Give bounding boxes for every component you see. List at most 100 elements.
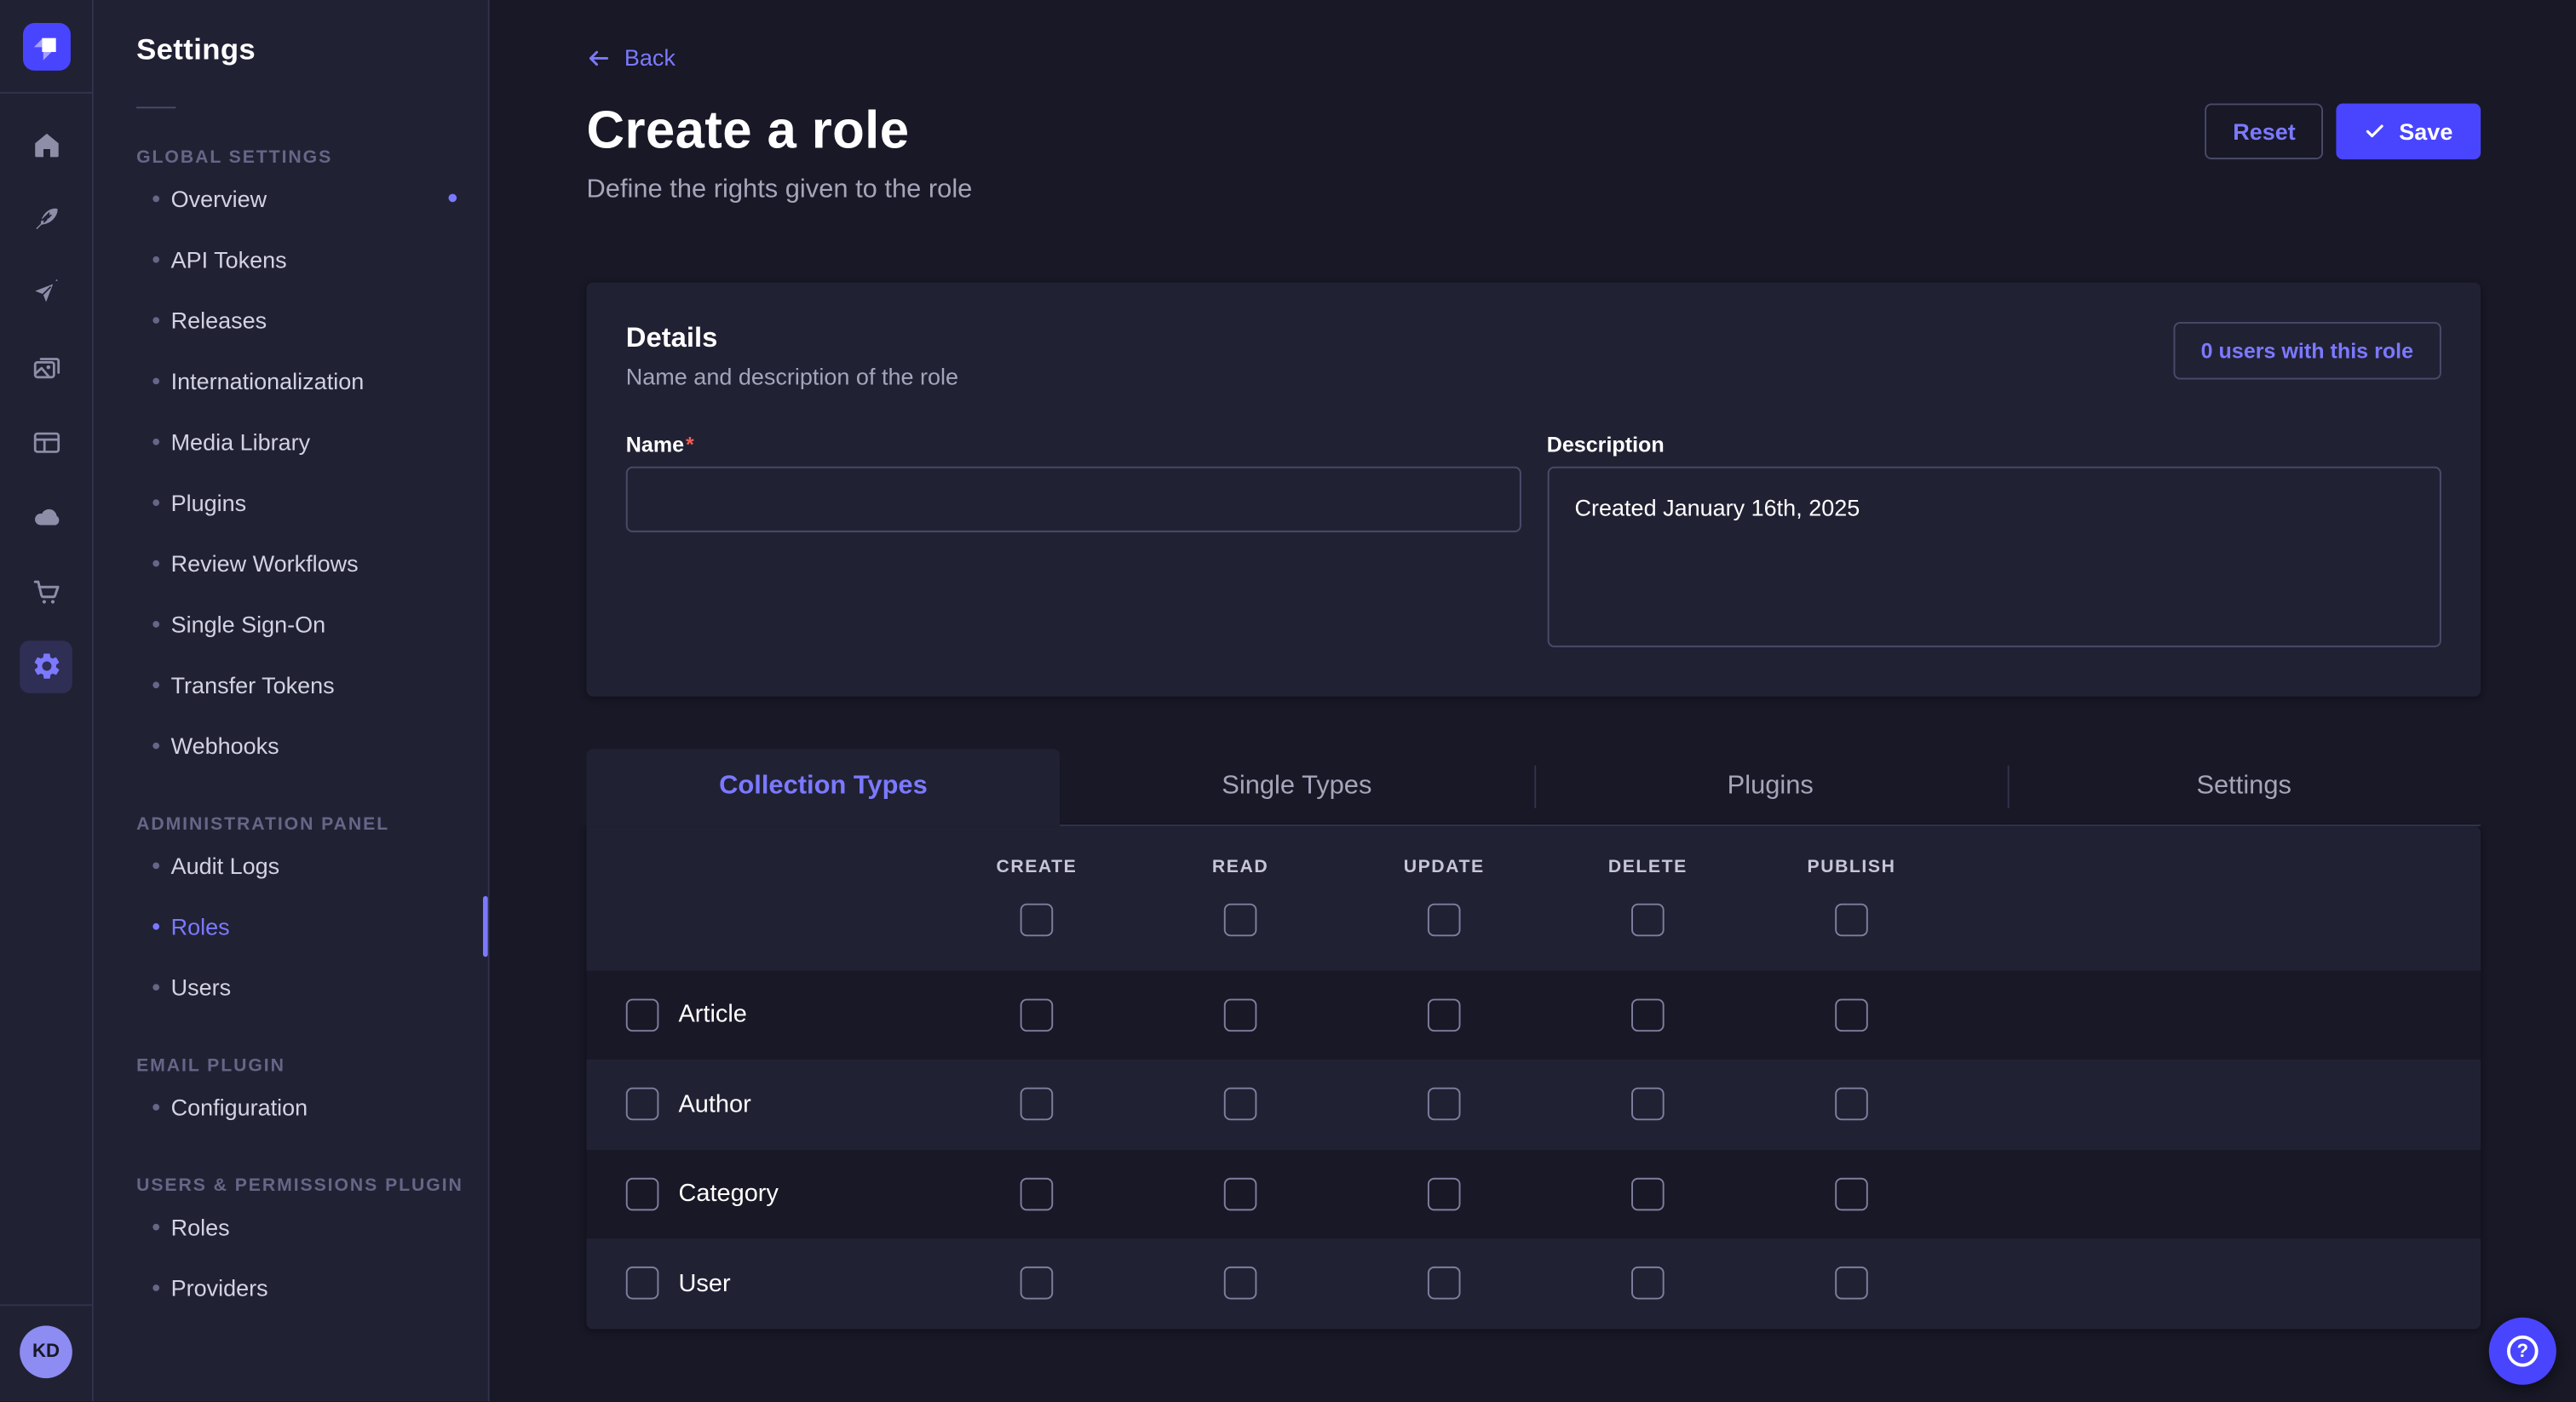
category-create-checkbox[interactable] [1021,1177,1054,1210]
article-publish-checkbox[interactable] [1835,998,1868,1031]
sidebar-item-review-workflows[interactable]: Review Workflows [136,532,488,593]
category-row-checkbox[interactable] [626,1177,659,1210]
user-publish-checkbox[interactable] [1835,1267,1868,1300]
sidebar-item-overview[interactable]: Overview [136,168,488,228]
row-label-cell: Category [586,1177,934,1210]
sidebar-item-internationalization[interactable]: Internationalization [136,350,488,411]
sidebar-item-webhooks[interactable]: Webhooks [136,715,488,775]
reset-button[interactable]: Reset [2205,103,2323,159]
tab-single-types[interactable]: Single Types [1060,748,1533,825]
sidebar-item-label: Roles [171,912,230,939]
permission-cell [934,1088,1138,1121]
select-all-delete-checkbox[interactable] [1631,903,1665,936]
article-read-checkbox[interactable] [1224,998,1257,1031]
bullet-icon [152,1284,159,1290]
article-update-checkbox[interactable] [1428,998,1461,1031]
select-all-publish-checkbox[interactable] [1835,903,1868,936]
article-row-checkbox[interactable] [626,998,659,1031]
permissions-panel: CREATEREADUPDATEDELETEPUBLISH ArticleAut… [586,825,2481,1328]
name-input[interactable] [626,466,1521,531]
permission-row-user: User [586,1238,2481,1328]
category-read-checkbox[interactable] [1224,1177,1257,1210]
sidebar-item-roles[interactable]: Roles [136,1196,488,1256]
column-read: READ [1138,857,1342,936]
layout-panel-icon[interactable] [20,417,72,469]
row-label: Article [678,1001,746,1029]
permission-cell [934,1177,1138,1210]
category-delete-checkbox[interactable] [1631,1177,1665,1210]
name-field-group: Name* [626,431,1521,654]
select-all-create-checkbox[interactable] [1021,903,1054,936]
sidebar-item-configuration[interactable]: Configuration [136,1076,488,1136]
sidebar-item-providers[interactable]: Providers [136,1256,488,1317]
users-with-role-button[interactable]: 0 users with this role [2173,321,2441,378]
back-link[interactable]: Back [586,44,675,71]
help-button[interactable]: ? [2489,1318,2556,1385]
author-row-checkbox[interactable] [626,1088,659,1121]
row-label-cell: User [586,1267,934,1300]
arrow-left-icon [586,45,611,70]
column-label: UPDATE [1404,857,1485,876]
tab-collection-types[interactable]: Collection Types [586,748,1060,825]
tab-settings[interactable]: Settings [2007,748,2481,825]
row-label: User [678,1269,730,1297]
permission-cell [1138,1267,1342,1300]
column-create: CREATE [934,857,1138,936]
permission-cell [1750,1267,1953,1300]
permission-cell [1546,1177,1750,1210]
tab-plugins[interactable]: Plugins [1533,748,2007,825]
content-manager-feather-icon[interactable] [20,192,72,245]
sidebar-item-roles[interactable]: Roles [136,895,488,956]
sidebar-item-transfer-tokens[interactable]: Transfer Tokens [136,654,488,715]
row-label-cell: Article [586,998,934,1031]
cloud-icon[interactable] [20,491,72,544]
permissions-section: Collection TypesSingle TypesPluginsSetti… [586,748,2481,1328]
paper-plane-icon[interactable] [20,267,72,320]
author-read-checkbox[interactable] [1224,1088,1257,1121]
permission-cell [1546,1267,1750,1300]
details-subtitle: Name and description of the role [626,362,958,388]
sidebar-item-api-tokens[interactable]: API Tokens [136,228,488,289]
home-icon[interactable] [20,118,72,171]
media-library-images-icon[interactable] [20,342,72,394]
select-all-read-checkbox[interactable] [1224,903,1257,936]
select-all-update-checkbox[interactable] [1428,903,1461,936]
author-delete-checkbox[interactable] [1631,1088,1665,1121]
author-update-checkbox[interactable] [1428,1088,1461,1121]
bullet-icon [152,560,159,566]
check-icon [2365,120,2386,141]
sidebar-item-single-sign-on[interactable]: Single Sign-On [136,593,488,653]
sidebar-item-audit-logs[interactable]: Audit Logs [136,835,488,895]
sidebar-item-label: Single Sign-On [171,610,326,636]
row-label-cell: Author [586,1088,934,1121]
save-button[interactable]: Save [2337,103,2481,159]
user-row-checkbox[interactable] [626,1267,659,1300]
description-textarea[interactable]: Created January 16th, 2025 [1547,466,2441,646]
column-label: CREATE [996,857,1077,876]
settings-gear-icon[interactable] [20,641,72,693]
user-read-checkbox[interactable] [1224,1267,1257,1300]
avatar[interactable]: KD [20,1326,72,1379]
user-delete-checkbox[interactable] [1631,1267,1665,1300]
sidebar-item-plugins[interactable]: Plugins [136,471,488,531]
permissions-tabs: Collection TypesSingle TypesPluginsSetti… [586,748,2481,825]
sidebar-section-label: EMAIL PLUGIN [136,1056,488,1076]
category-update-checkbox[interactable] [1428,1177,1461,1210]
save-label: Save [2399,118,2452,144]
marketplace-cart-icon[interactable] [20,566,72,618]
author-publish-checkbox[interactable] [1835,1088,1868,1121]
sidebar-item-media-library[interactable]: Media Library [136,411,488,471]
article-create-checkbox[interactable] [1021,998,1054,1031]
author-create-checkbox[interactable] [1021,1088,1054,1121]
row-label: Author [678,1090,750,1118]
sidebar-item-users[interactable]: Users [136,956,488,1016]
user-update-checkbox[interactable] [1428,1267,1461,1300]
sidebar-item-label: API Tokens [171,245,287,272]
column-label: READ [1212,857,1268,876]
category-publish-checkbox[interactable] [1835,1177,1868,1210]
strapi-logo-icon[interactable] [22,22,70,70]
user-create-checkbox[interactable] [1021,1267,1054,1300]
sidebar-item-releases[interactable]: Releases [136,289,488,349]
article-delete-checkbox[interactable] [1631,998,1665,1031]
details-heading: Details Name and description of the role [626,321,958,388]
